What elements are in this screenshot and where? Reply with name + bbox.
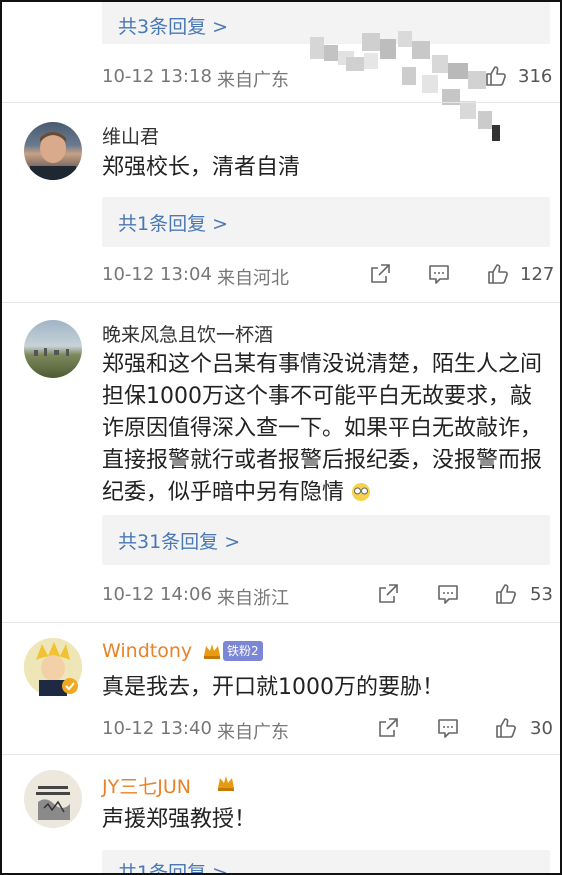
like-icon[interactable] bbox=[494, 582, 518, 606]
like-icon[interactable] bbox=[494, 716, 518, 740]
replies-link-label: 共3条回复 > bbox=[118, 16, 229, 38]
share-icon[interactable] bbox=[376, 716, 400, 740]
crown-badge-icon bbox=[216, 773, 236, 793]
divider bbox=[2, 622, 560, 623]
like-count: 53 bbox=[530, 584, 553, 605]
avatar[interactable] bbox=[24, 122, 82, 180]
avatar[interactable] bbox=[24, 770, 82, 828]
comment-location: 来自广东 bbox=[217, 70, 289, 91]
comment-time: 10-12 14:06 bbox=[102, 584, 212, 605]
like-count: 127 bbox=[520, 264, 555, 285]
comment-icon[interactable] bbox=[427, 262, 451, 286]
comment-text: 郑强和这个吕某有事情没说清楚，陌生人之间担保1000万这个事不可能平白无故要求，… bbox=[102, 349, 542, 509]
comment-time: 10-12 13:18 bbox=[102, 66, 212, 87]
username[interactable]: 维山君 bbox=[102, 122, 159, 149]
like-count: 30 bbox=[530, 718, 553, 739]
crown-badge-icon bbox=[202, 641, 222, 661]
share-icon[interactable] bbox=[368, 262, 392, 286]
avatar[interactable] bbox=[24, 638, 82, 696]
username[interactable]: 晚来风急且饮一杯酒 bbox=[102, 320, 273, 347]
divider bbox=[2, 754, 560, 755]
like-count: 316 bbox=[518, 66, 553, 87]
comment-icon[interactable] bbox=[436, 716, 460, 740]
comment-location: 来自河北 bbox=[217, 268, 289, 289]
comment-text: 声援郑强教授！ bbox=[102, 807, 257, 832]
comment-footer: 10-12 13:40 来自广东 30 bbox=[102, 716, 553, 744]
replies-link[interactable]: 共1条回复 > bbox=[102, 850, 550, 875]
emoji-icon bbox=[351, 480, 371, 501]
divider bbox=[2, 302, 560, 303]
share-icon[interactable] bbox=[376, 582, 400, 606]
like-icon[interactable] bbox=[486, 262, 510, 286]
divider bbox=[2, 102, 560, 103]
username[interactable]: JY三七JUN bbox=[102, 772, 191, 799]
comment-text: 郑强校长，清者自清 bbox=[102, 155, 301, 180]
fan-level-badge: 铁粉2 bbox=[223, 641, 263, 661]
comment-footer: 10-12 14:06 来自浙江 53 bbox=[102, 582, 553, 610]
comment-text: 真是我去，开口就1000万的要胁！ bbox=[102, 675, 444, 700]
comment-location: 来自浙江 bbox=[217, 588, 289, 609]
replies-link-label: 共31条回复 > bbox=[118, 531, 241, 553]
comment-location: 来自广东 bbox=[217, 722, 289, 743]
comment-footer: 10-12 13:04 来自河北 127 bbox=[102, 262, 555, 290]
avatar[interactable] bbox=[24, 320, 82, 378]
comment-icon[interactable] bbox=[436, 582, 460, 606]
comment-feed: 共3条回复 > 10-12 13:18 来自广东 316 维山君 郑强校长，清者… bbox=[0, 0, 562, 875]
replies-link[interactable]: 共1条回复 > bbox=[102, 197, 550, 247]
replies-link[interactable]: 共31条回复 > bbox=[102, 515, 550, 565]
comment-time: 10-12 13:04 bbox=[102, 264, 212, 285]
comment-text-body: 郑强和这个吕某有事情没说清楚，陌生人之间担保1000万这个事不可能平白无故要求，… bbox=[102, 352, 543, 505]
comment-time: 10-12 13:40 bbox=[102, 718, 212, 739]
replies-link-label: 共1条回复 > bbox=[118, 862, 229, 875]
replies-link-label: 共1条回复 > bbox=[118, 213, 229, 235]
username[interactable]: Windtony bbox=[102, 640, 192, 662]
mosaic-redaction bbox=[302, 27, 512, 147]
